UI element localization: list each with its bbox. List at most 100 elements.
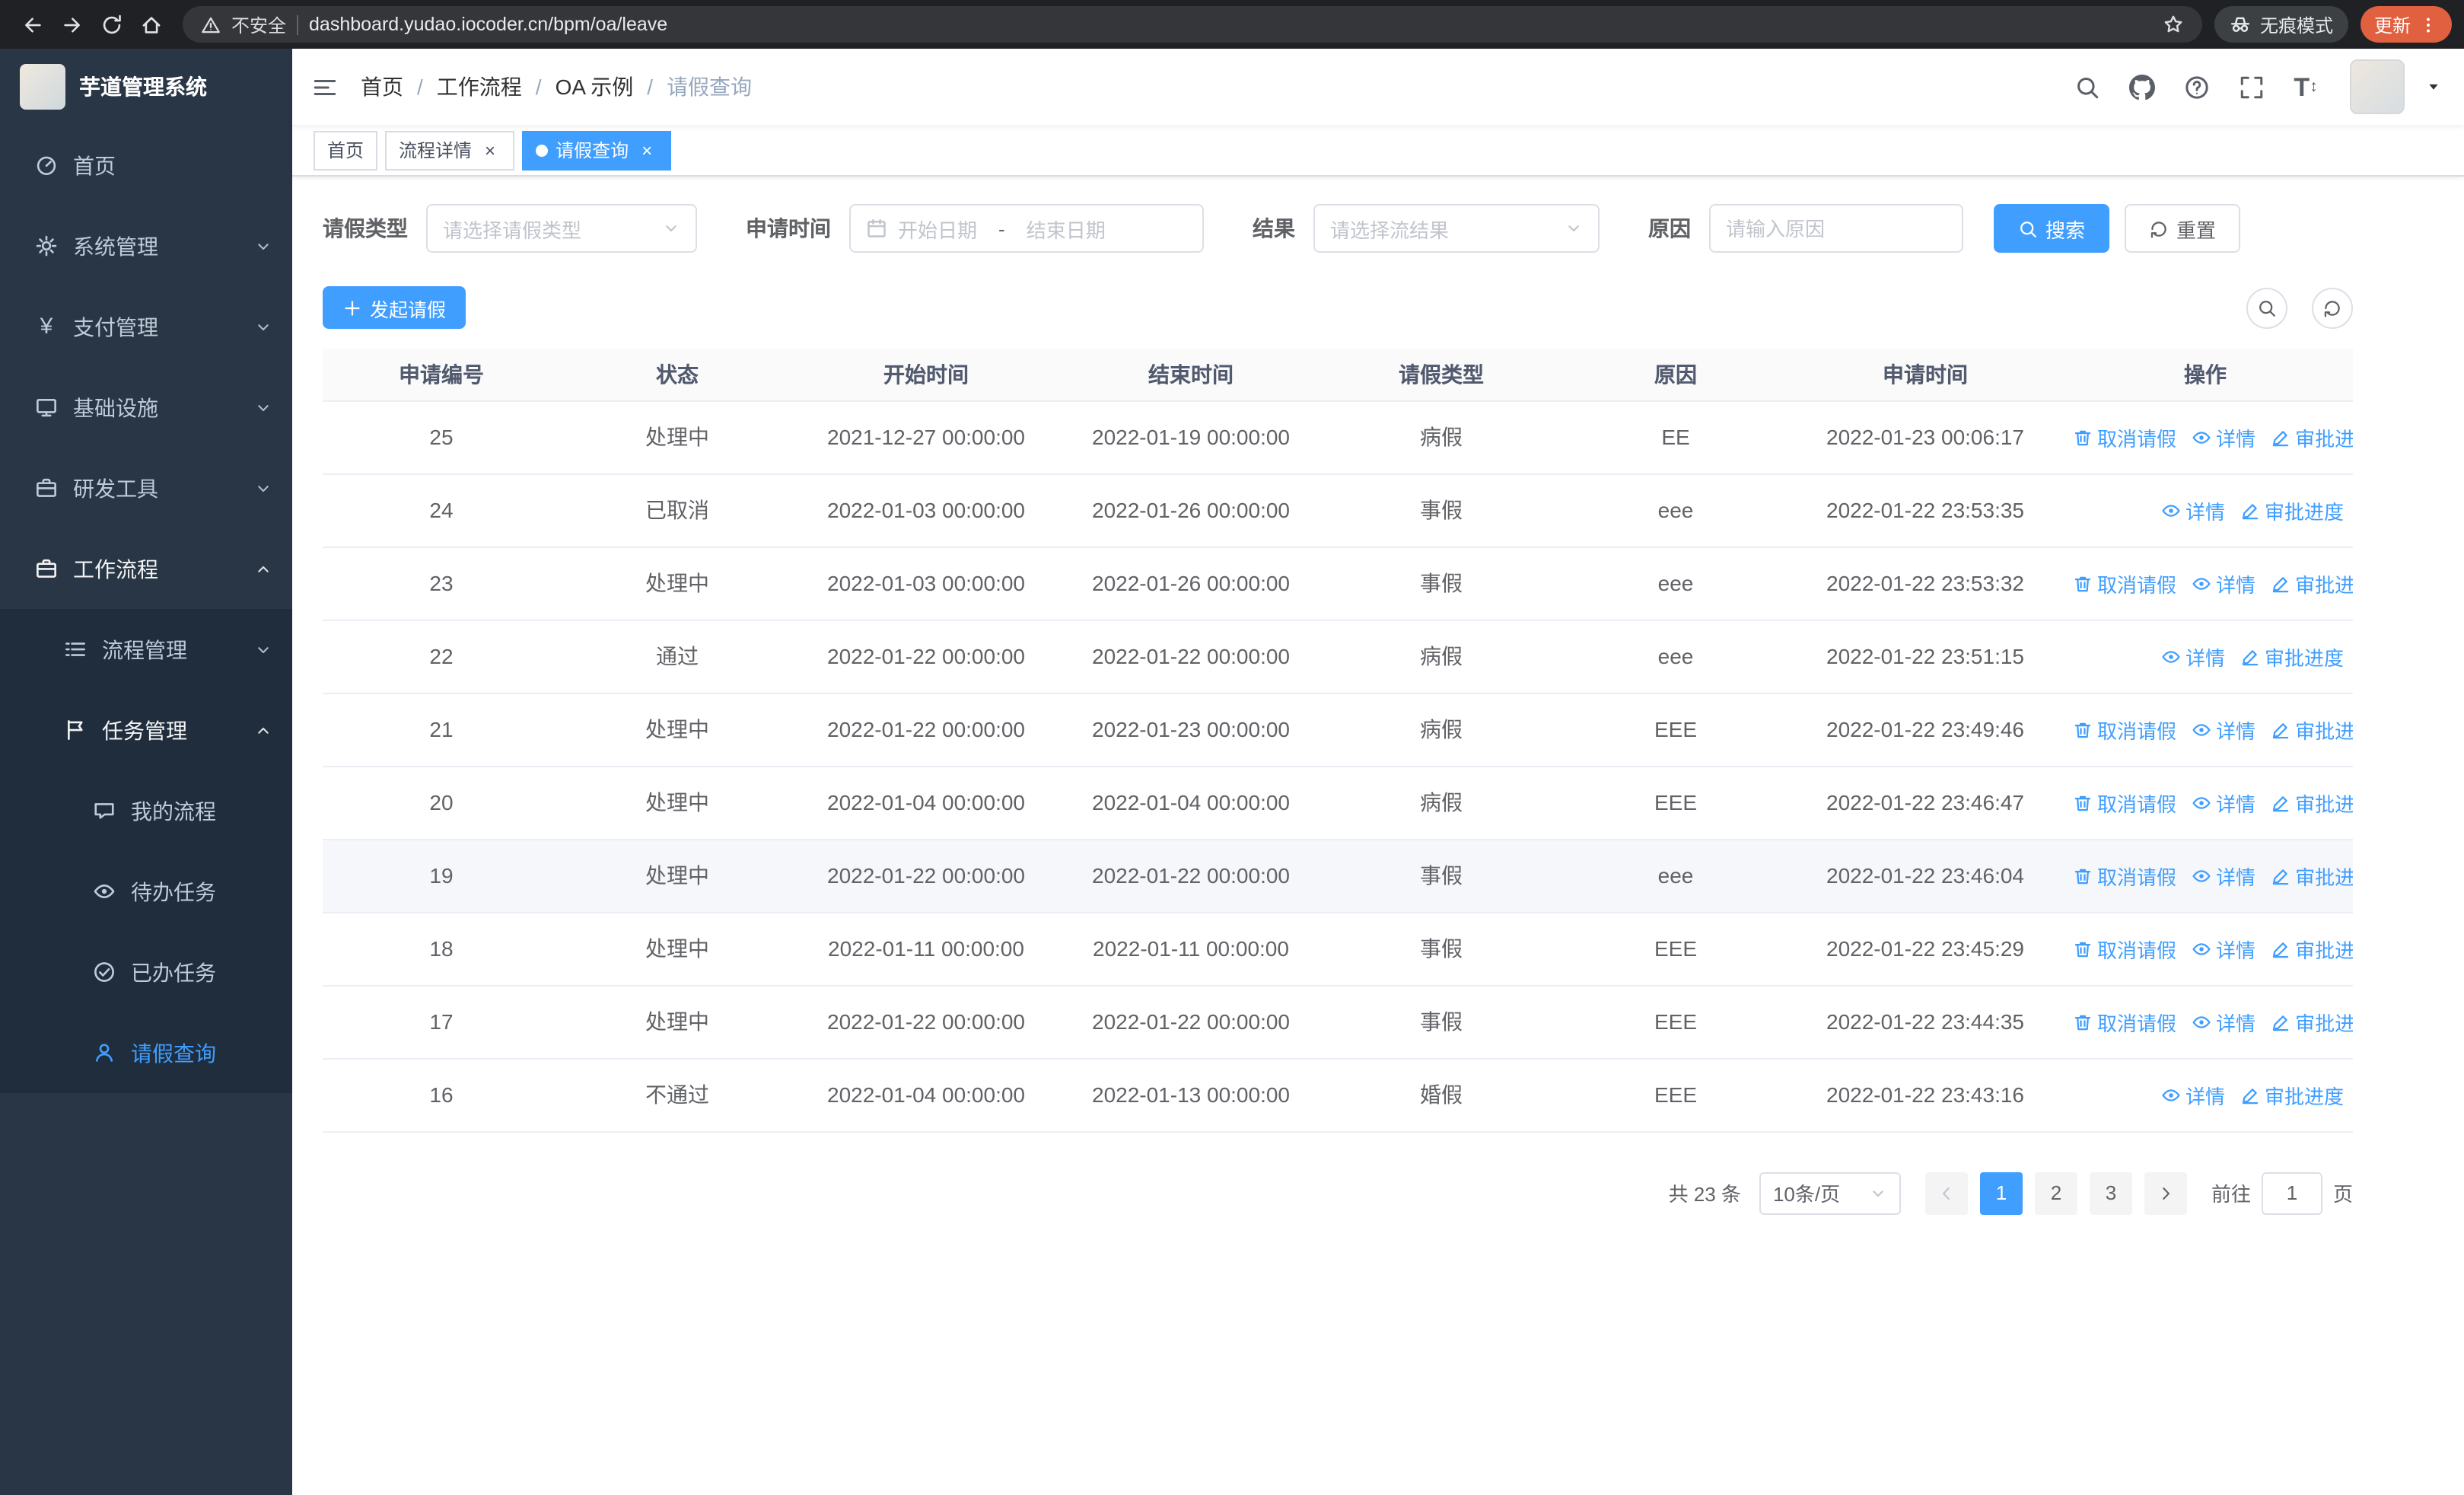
address-bar[interactable]: 不安全 dashboard.yudao.iocoder.cn/bpm/oa/le… [183, 6, 2202, 43]
page-size-select[interactable]: 10条/页 [1759, 1171, 1901, 1214]
detail-link[interactable]: 详情 [2192, 1007, 2255, 1036]
next-page-button[interactable] [2144, 1171, 2187, 1214]
sidebar-item-my-process[interactable]: 我的流程 [0, 770, 292, 851]
avatar[interactable] [2350, 59, 2405, 114]
page-button-3[interactable]: 3 [2089, 1171, 2132, 1214]
search-icon[interactable] [2070, 70, 2103, 104]
cell-apply-id: 18 [323, 912, 560, 986]
screen: 不安全 dashboard.yudao.iocoder.cn/bpm/oa/le… [0, 0, 2464, 1495]
date-range-picker[interactable]: 开始日期 - 结束日期 [849, 204, 1204, 253]
cancel-leave-link[interactable]: 取消请假 [2073, 788, 2176, 817]
approval-progress-link[interactable]: 审批进度 [2271, 788, 2353, 817]
approval-progress-link[interactable]: 审批进度 [2271, 861, 2353, 890]
close-icon[interactable]: × [479, 139, 501, 161]
browser-menu-dots-icon[interactable] [2418, 14, 2438, 34]
reason-input[interactable] [1709, 204, 1963, 253]
sidebar-item-home[interactable]: 首页 [0, 125, 292, 206]
sidebar-item-workflow[interactable]: 工作流程 [0, 528, 292, 609]
detail-link[interactable]: 详情 [2192, 422, 2255, 451]
forward-icon[interactable] [52, 5, 91, 44]
cell-reason: EE [1558, 400, 1793, 474]
tab-leave-query[interactable]: 请假查询 × [522, 130, 672, 170]
view-icon [2161, 1085, 2181, 1105]
goto-page-input[interactable] [2261, 1171, 2322, 1214]
cancel-leave-link[interactable]: 取消请假 [2073, 861, 2176, 890]
sidebar-item-task-management[interactable]: 任务管理 [0, 690, 292, 770]
detail-link[interactable]: 详情 [2192, 715, 2255, 744]
close-icon[interactable]: × [636, 139, 657, 161]
detail-link[interactable]: 详情 [2161, 642, 2225, 671]
breadcrumb-item[interactable]: OA 示例 [556, 72, 634, 102]
reload-icon[interactable] [91, 5, 131, 44]
cell-status: 已取消 [560, 473, 794, 547]
cell-reason: EEE [1558, 766, 1793, 840]
cell-status: 通过 [560, 620, 794, 693]
cell-reason: eee [1558, 547, 1793, 620]
reset-button[interactable]: 重置 [2125, 204, 2241, 253]
cell-apply-time: 2022-01-22 23:51:15 [1793, 620, 2058, 693]
detail-link[interactable]: 详情 [2192, 569, 2255, 598]
approval-progress-link[interactable]: 审批进度 [2271, 1007, 2353, 1036]
approval-progress-link[interactable]: 审批进度 [2271, 715, 2353, 744]
caret-down-icon[interactable] [2426, 79, 2441, 94]
hamburger-icon[interactable] [312, 74, 338, 100]
sidebar-item-infrastructure[interactable]: 基础设施 [0, 367, 292, 448]
security-label[interactable]: 不安全 [231, 11, 286, 37]
sidebar-item-todo-tasks[interactable]: 待办任务 [0, 851, 292, 932]
cell-start-time: 2022-01-11 00:00:00 [794, 912, 1058, 986]
approval-progress-link[interactable]: 审批进度 [2240, 642, 2344, 671]
bookmark-star-icon[interactable] [2163, 14, 2184, 35]
approval-progress-link[interactable]: 审批进度 [2271, 569, 2353, 598]
sidebar-item-process-management[interactable]: 流程管理 [0, 609, 292, 690]
github-icon[interactable] [2125, 70, 2158, 104]
back-icon[interactable] [12, 5, 52, 44]
table-row: 18 处理中 2022-01-11 00:00:00 2022-01-11 00:00… [323, 912, 2353, 986]
home-icon[interactable] [131, 5, 170, 44]
cell-start-time: 2022-01-22 00:00:00 [794, 985, 1058, 1059]
approval-progress-link[interactable]: 审批进度 [2240, 496, 2344, 524]
cell-end-time: 2022-01-23 00:00:00 [1058, 693, 1324, 767]
approval-progress-link[interactable]: 审批进度 [2240, 1080, 2344, 1109]
sidebar-item-system[interactable]: 系统管理 [0, 206, 292, 286]
result-select[interactable]: 请选择流结果 [1313, 204, 1600, 253]
detail-link[interactable]: 详情 [2192, 934, 2255, 963]
user-icon [91, 1041, 117, 1064]
breadcrumb-item[interactable]: 首页 [361, 72, 403, 102]
cancel-leave-link[interactable]: 取消请假 [2073, 1007, 2176, 1036]
breadcrumb-item[interactable]: 工作流程 [437, 72, 522, 102]
tab-home[interactable]: 首页 [314, 130, 378, 170]
table-search-button[interactable] [2246, 287, 2287, 328]
search-button[interactable]: 搜索 [1994, 204, 2110, 253]
url-text[interactable]: dashboard.yudao.iocoder.cn/bpm/oa/leave [309, 14, 667, 35]
sidebar-item-leave-query[interactable]: 请假查询 [0, 1012, 292, 1093]
font-size-icon[interactable]: T ↕ [2289, 70, 2322, 104]
cancel-leave-link[interactable]: 取消请假 [2073, 934, 2176, 963]
view-icon [2161, 646, 2181, 666]
prev-page-button[interactable] [1924, 1171, 1968, 1214]
sidebar-item-dev-tools[interactable]: 研发工具 [0, 448, 292, 528]
page-button-2[interactable]: 2 [2034, 1171, 2077, 1214]
detail-link[interactable]: 详情 [2192, 788, 2255, 817]
detail-link[interactable]: 详情 [2161, 496, 2225, 524]
tab-process-detail[interactable]: 流程详情 × [385, 130, 515, 170]
approval-progress-link[interactable]: 审批进度 [2271, 934, 2353, 963]
table-refresh-button[interactable] [2312, 287, 2353, 328]
cell-end-time: 2022-01-22 00:00:00 [1058, 620, 1324, 693]
page-button-1[interactable]: 1 [1979, 1171, 2023, 1214]
fullscreen-icon[interactable] [2234, 70, 2268, 104]
create-leave-button[interactable]: 发起请假 [323, 286, 466, 329]
detail-link[interactable]: 详情 [2161, 1080, 2225, 1109]
detail-link[interactable]: 详情 [2192, 861, 2255, 890]
chevron-up-icon [254, 559, 272, 578]
approval-progress-link[interactable]: 审批进度 [2271, 422, 2353, 451]
cancel-leave-link[interactable]: 取消请假 [2073, 422, 2176, 451]
cell-end-time: 2022-01-22 00:00:00 [1058, 839, 1324, 913]
cancel-leave-link[interactable]: 取消请假 [2073, 715, 2176, 744]
cancel-leave-link[interactable]: 取消请假 [2073, 569, 2176, 598]
sidebar-item-done-tasks[interactable]: 已办任务 [0, 932, 292, 1012]
sidebar-item-payment[interactable]: ¥ 支付管理 [0, 286, 292, 367]
update-button[interactable]: 更新 [2360, 6, 2452, 43]
col-header-status: 状态 [560, 349, 794, 401]
leave-type-select[interactable]: 请选择请假类型 [426, 204, 697, 253]
help-icon[interactable] [2179, 70, 2213, 104]
